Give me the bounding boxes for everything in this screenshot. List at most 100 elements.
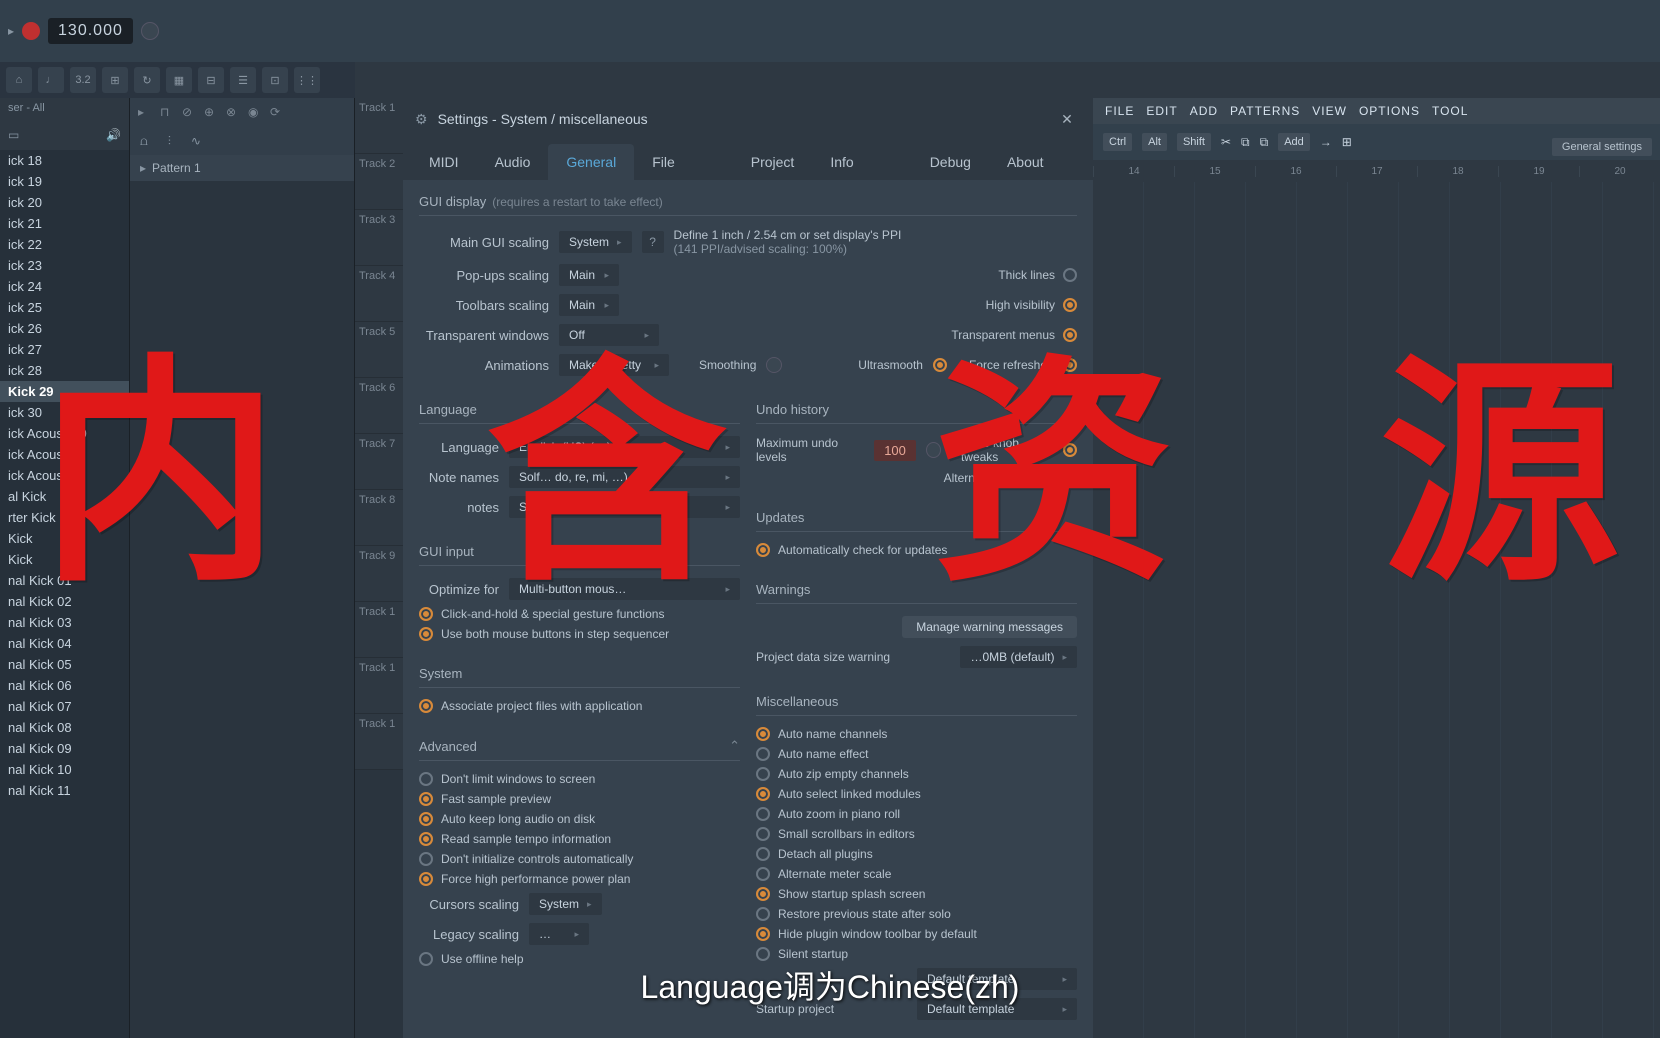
tab-project[interactable]: Project [733, 144, 813, 180]
track-row[interactable]: Track 3 [355, 210, 403, 266]
dropdown-animations[interactable]: Make it pretty▸ [559, 354, 669, 376]
record-button[interactable] [22, 22, 40, 40]
browser-item[interactable]: nal Kick 07 [0, 696, 129, 717]
toggle-auto-update[interactable] [756, 543, 770, 557]
toggle-alt-undo[interactable] [1063, 471, 1077, 485]
knob-max-undo[interactable] [926, 442, 941, 458]
browser-item[interactable]: nal Kick 09 [0, 738, 129, 759]
play-icon[interactable]: ▸ [138, 105, 154, 121]
tool-icon[interactable]: ⌂ [6, 67, 32, 93]
dropdown-language[interactable]: English (US) (en)▸ [509, 436, 740, 458]
browser-item[interactable]: rter Kick [0, 507, 129, 528]
tab-info[interactable]: Info [812, 144, 871, 180]
dropdown-main-scaling[interactable]: System▸ [559, 231, 632, 253]
dropdown-data-size[interactable]: …0MB (default)▸ [960, 646, 1077, 668]
tool-icon[interactable]: ↻ [134, 67, 160, 93]
toggle-detach-plugins[interactable] [756, 847, 770, 861]
track-row[interactable]: Track 1 [355, 98, 403, 154]
add-button[interactable]: Add [1278, 133, 1310, 151]
toggle-auto-keep-audio[interactable] [419, 812, 433, 826]
wave-icon[interactable]: ⩍ [140, 134, 148, 149]
tempo-display[interactable]: 130.000 [48, 18, 133, 44]
help-button[interactable]: ? [642, 231, 664, 253]
cut-icon[interactable]: ✂ [1221, 135, 1231, 149]
track-row[interactable]: Track 2 [355, 154, 403, 210]
magnet-icon[interactable]: ⊓ [160, 105, 176, 121]
toggle-dont-limit-windows[interactable] [419, 772, 433, 786]
tool-icon[interactable]: ☰ [230, 67, 256, 93]
pulse-icon[interactable]: ⫶ [168, 134, 171, 149]
toggle-transparent-menus[interactable] [1063, 328, 1077, 342]
pattern-row[interactable]: ▸ Pattern 1 [130, 155, 354, 182]
browser-item[interactable]: ick 20 [0, 192, 129, 213]
browser-item[interactable]: ick 21 [0, 213, 129, 234]
tool-icon[interactable]: ⊕ [204, 105, 220, 121]
tool-icon[interactable]: ⊗ [226, 105, 242, 121]
browser-item[interactable]: ick 26 [0, 318, 129, 339]
toggle-thick-lines[interactable] [1063, 268, 1077, 282]
toggle-force-refresh[interactable] [1063, 358, 1077, 372]
toggle-silent-startup[interactable] [756, 947, 770, 961]
toggle-small-scrollbars[interactable] [756, 827, 770, 841]
toggle-hide-plugin-toolbar[interactable] [756, 927, 770, 941]
toggle-fast-sample[interactable] [419, 792, 433, 806]
tool-icon[interactable]: ⊡ [262, 67, 288, 93]
toggle-auto-name-effect[interactable] [756, 747, 770, 761]
menu-edit[interactable]: EDIT [1142, 104, 1181, 118]
tab-file[interactable]: File [634, 144, 693, 180]
toggle-auto-name-channels[interactable] [756, 727, 770, 741]
toggle-read-tempo[interactable] [419, 832, 433, 846]
track-row[interactable]: Track 1 [355, 658, 403, 714]
toggle-undo-knob[interactable] [1063, 443, 1077, 457]
toggle-auto-zoom-piano[interactable] [756, 807, 770, 821]
dropdown-toolbars-scaling[interactable]: Main▸ [559, 294, 619, 316]
toggle-both-mouse[interactable] [419, 627, 433, 641]
toggle-restore-prev[interactable] [756, 907, 770, 921]
tool-icon[interactable]: ⊞ [1342, 135, 1352, 149]
copy-icon[interactable]: ⧉ [1241, 135, 1250, 150]
track-row[interactable]: Track 9 [355, 546, 403, 602]
folder-icon[interactable]: ▭ [8, 128, 19, 146]
toggle-associate-files[interactable] [419, 699, 433, 713]
toggle-high-visibility[interactable] [1063, 298, 1077, 312]
dropdown-transparent-windows[interactable]: Off▸ [559, 324, 659, 346]
tool-icon[interactable]: ⟳ [270, 105, 286, 121]
browser-item[interactable]: ick 28 [0, 360, 129, 381]
browser-item[interactable]: ick 27 [0, 339, 129, 360]
browser-item[interactable]: ick 25 [0, 297, 129, 318]
menu-tool[interactable]: TOOL [1428, 104, 1472, 118]
browser-item[interactable]: nal Kick 03 [0, 612, 129, 633]
toggle-dont-init[interactable] [419, 852, 433, 866]
track-row[interactable]: Track 1 [355, 714, 403, 770]
browser-item[interactable]: nal Kick 08 [0, 717, 129, 738]
tab-midi[interactable]: MIDI [411, 144, 477, 180]
link-icon[interactable]: ⊘ [182, 105, 198, 121]
tool-icon[interactable]: ⊟ [198, 67, 224, 93]
browser-item[interactable]: Kick [0, 528, 129, 549]
toggle-offline-help[interactable] [419, 952, 433, 966]
dropdown-black-notes[interactable]: Sharps - #▸ [509, 496, 740, 518]
tool-icon[interactable]: ▦ [166, 67, 192, 93]
track-row[interactable]: Track 1 [355, 602, 403, 658]
tool-icon[interactable]: ◉ [248, 105, 264, 121]
browser-item[interactable]: al Kick [0, 486, 129, 507]
dropdown-note-names[interactable]: Solf… do, re, mi, …)▸ [509, 466, 740, 488]
toggle-force-perf[interactable] [419, 872, 433, 886]
knob-smoothing[interactable] [766, 357, 782, 373]
browser-item[interactable]: nal Kick 01 [0, 570, 129, 591]
menu-add[interactable]: ADD [1186, 104, 1222, 118]
arrow-icon[interactable]: → [1320, 135, 1332, 149]
toggle-splash-screen[interactable] [756, 887, 770, 901]
track-row[interactable]: Track 5 [355, 322, 403, 378]
toggle-click-hold[interactable] [419, 607, 433, 621]
general-settings-label[interactable]: General settings [1552, 138, 1652, 156]
menu-view[interactable]: VIEW [1308, 104, 1351, 118]
menu-file[interactable]: FILE [1101, 104, 1138, 118]
browser-item[interactable]: nal Kick 04 [0, 633, 129, 654]
play-icon[interactable]: ▸ [8, 24, 14, 38]
browser-item[interactable]: nal Kick 02 [0, 591, 129, 612]
tab-debug[interactable]: Debug [912, 144, 989, 180]
input-max-undo[interactable]: 100 [874, 440, 916, 461]
track-row[interactable]: Track 8 [355, 490, 403, 546]
browser-item[interactable]: Kick 29 [0, 381, 129, 402]
